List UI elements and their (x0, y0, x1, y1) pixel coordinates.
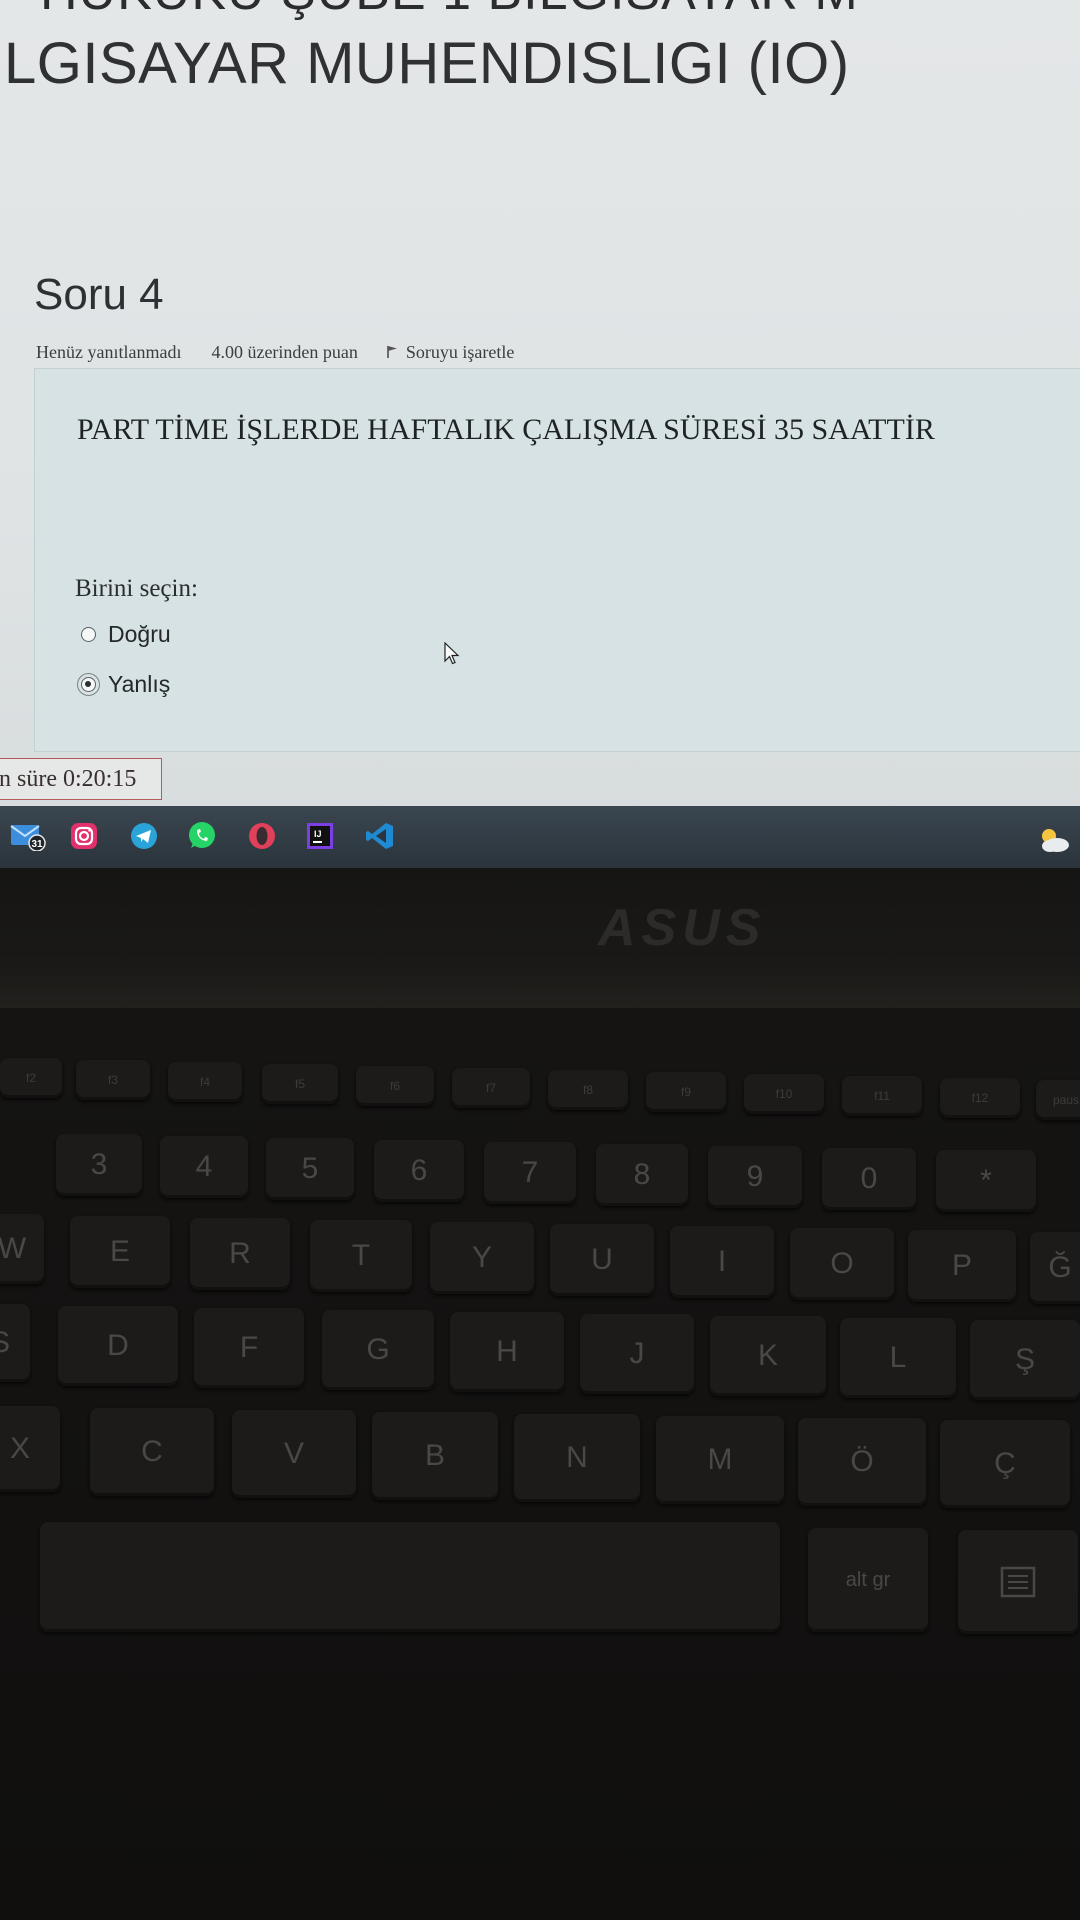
flag-icon (387, 346, 397, 358)
key-f7: f7 (452, 1068, 530, 1108)
key-n: N (514, 1414, 640, 1502)
key-pause: paus (1036, 1080, 1080, 1120)
question-info: Henüz yanıtlanmadı 4.00 üzerinden puan S… (36, 340, 514, 364)
key-f8: f8 (548, 1070, 628, 1110)
key-5: 5 (266, 1138, 354, 1200)
key-space (40, 1522, 780, 1632)
answer-option-yanlis[interactable]: Yanlış (77, 671, 171, 698)
key-c: C (90, 1408, 214, 1496)
question-text: PART TİME İŞLERDE HAFTALIK ÇALIŞMA SÜRES… (77, 413, 935, 446)
course-title: LGISAYAR MUHENDISLIGI (IO) (4, 31, 850, 96)
key-0: 0 (822, 1148, 916, 1210)
key-h: H (450, 1312, 564, 1392)
key-g: G (322, 1310, 434, 1390)
mouse-cursor-icon (444, 642, 460, 665)
answer-option-dogru[interactable]: Doğru (81, 621, 171, 648)
key-3: 3 (56, 1134, 142, 1196)
key-l: L (840, 1318, 956, 1398)
taskbar: 31 IJ (0, 806, 1080, 868)
key-f10: f10 (744, 1074, 824, 1114)
laptop-screen: HUKUKU ŞUBE 1 BİLGİSAYAR M LGISAYAR MUHE… (0, 0, 1080, 868)
radio-button-yanlis[interactable] (77, 673, 100, 696)
key-c-cedilla: Ç (940, 1420, 1070, 1508)
key-f6: f6 (356, 1066, 434, 1106)
key-u: U (550, 1224, 654, 1296)
question-status: Henüz yanıtlanmadı (36, 341, 182, 362)
menu-key-icon (1000, 1566, 1036, 1598)
flag-question-label: Soruyu işaretle (405, 341, 515, 362)
key-g-breve: Ğ (1030, 1232, 1080, 1304)
key-8: 8 (596, 1144, 688, 1206)
key-s: S (0, 1304, 30, 1382)
key-s-cedilla: Ş (970, 1320, 1080, 1400)
key-i: I (670, 1226, 774, 1298)
mail-badge: 31 (31, 839, 43, 850)
key-f11: f11 (842, 1076, 922, 1116)
whatsapp-icon[interactable] (184, 818, 220, 854)
key-alt-gr: alt gr (808, 1528, 928, 1632)
key-o-umlaut: Ö (798, 1418, 926, 1506)
key-p: P (908, 1230, 1016, 1302)
course-title-cropped: HUKUKU ŞUBE 1 BİLGİSAYAR M (40, 0, 859, 22)
laptop-brand-logo: ASUS (598, 899, 767, 957)
key-f12: f12 (940, 1078, 1020, 1118)
key-9: 9 (708, 1146, 802, 1208)
key-k: K (710, 1316, 826, 1396)
key-f5: f5 (262, 1064, 338, 1104)
time-remaining: n süre 0:20:15 (0, 758, 162, 800)
key-d: D (58, 1306, 178, 1386)
key-f9: f9 (646, 1072, 726, 1112)
question-number: Soru 4 (34, 270, 164, 319)
radio-button-dogru[interactable] (81, 627, 96, 642)
key-m: M (656, 1416, 784, 1504)
key-4: 4 (160, 1136, 248, 1198)
key-e: E (70, 1216, 170, 1288)
laptop-bezel: ASUS (0, 868, 1080, 1008)
mail-icon[interactable]: 31 (10, 818, 46, 854)
svg-text:IJ: IJ (314, 829, 322, 839)
key-o: O (790, 1228, 894, 1300)
key-j: J (580, 1314, 694, 1394)
key-f2: f2 (0, 1058, 62, 1098)
answer-label-yanlis: Yanlış (108, 671, 171, 697)
question-panel: PART TİME İŞLERDE HAFTALIK ÇALIŞMA SÜRES… (34, 368, 1080, 752)
key-menu (958, 1530, 1078, 1634)
vscode-icon[interactable] (362, 818, 398, 854)
weather-icon[interactable] (1036, 822, 1072, 858)
key-w: W (0, 1214, 44, 1284)
answer-label-dogru: Doğru (108, 621, 171, 647)
intellij-icon[interactable]: IJ (302, 818, 338, 854)
key-6: 6 (374, 1140, 464, 1202)
key-v: V (232, 1410, 356, 1498)
key-f4: f4 (168, 1062, 242, 1102)
key-f: F (194, 1308, 304, 1388)
key-r: R (190, 1218, 290, 1290)
flag-question-link[interactable]: Soruyu işaretle (386, 342, 514, 363)
question-grade: 4.00 üzerinden puan (211, 341, 358, 362)
laptop-keyboard: f2 f3 f4 f5 f6 f7 f8 f9 f10 f11 f12 paus… (0, 1008, 1080, 1920)
instagram-icon[interactable] (66, 818, 102, 854)
key-f3: f3 (76, 1060, 150, 1100)
key-x: X (0, 1406, 60, 1492)
telegram-icon[interactable] (126, 818, 162, 854)
key-y: Y (430, 1222, 534, 1294)
key-7: 7 (484, 1142, 576, 1204)
opera-icon[interactable] (244, 818, 280, 854)
key-b: B (372, 1412, 498, 1500)
key-t: T (310, 1220, 412, 1292)
key-asterisk: * (936, 1150, 1036, 1212)
answer-prompt: Birini seçin: (75, 575, 198, 602)
